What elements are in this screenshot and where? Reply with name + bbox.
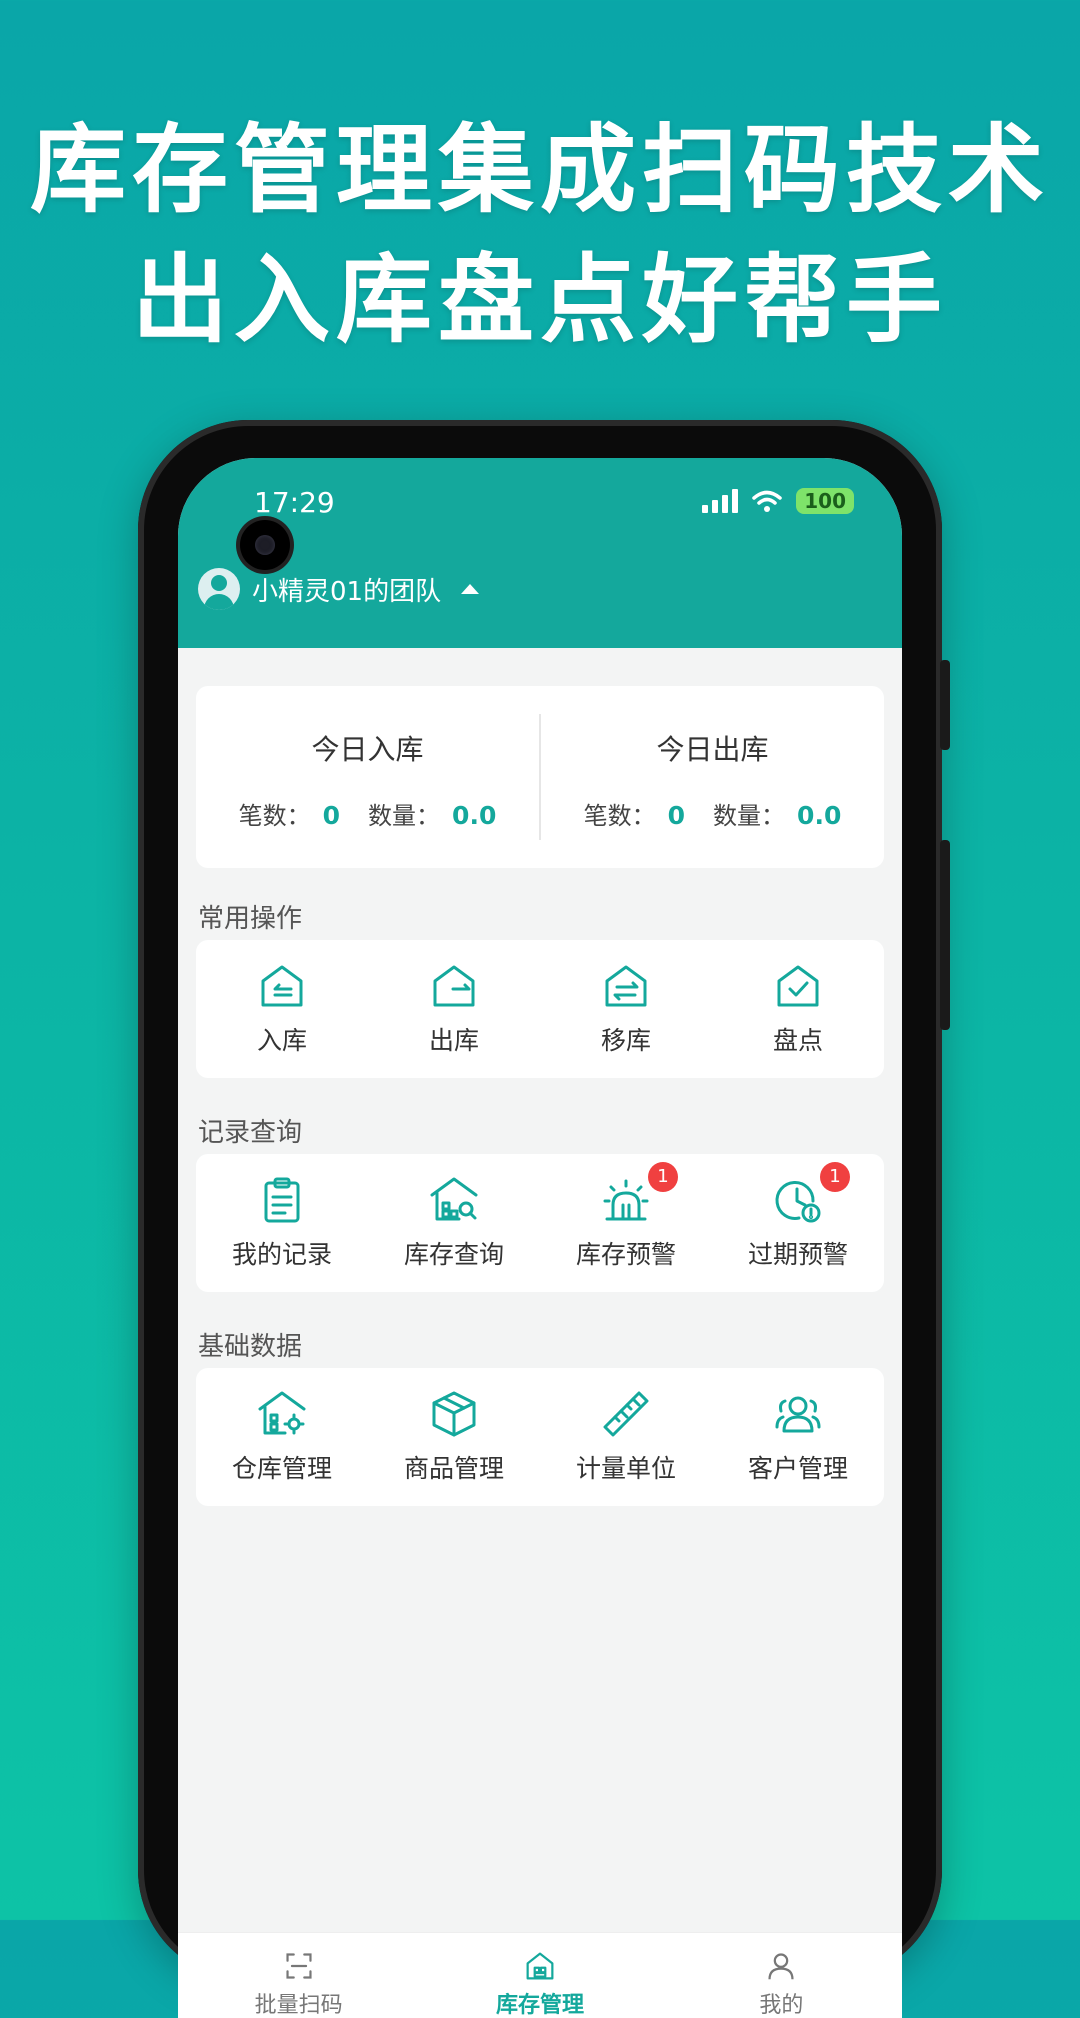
basic-label: 客户管理	[747, 1454, 848, 1483]
team-name: 小精灵01的团队	[252, 576, 442, 607]
tab-mine[interactable]: 我的	[661, 1933, 902, 2018]
stock-in-icon	[261, 965, 303, 1007]
clipboard-icon	[264, 1177, 300, 1223]
scan-icon	[286, 1953, 312, 1979]
record-label: 我的记录	[231, 1240, 332, 1269]
tab-label: 我的	[759, 1993, 804, 2018]
signal-icon	[702, 489, 739, 513]
basic-label: 计量单位	[575, 1454, 676, 1483]
op-label: 盘点	[772, 1026, 823, 1055]
power-button	[940, 840, 950, 1030]
warehouse-management[interactable]: 仓库管理	[196, 1368, 368, 1506]
today-out-title: 今日出库	[656, 733, 769, 766]
stocktake-icon	[777, 965, 819, 1007]
today-in-panel[interactable]: 今日入库 笔数： 0 数量： 0.0	[196, 686, 539, 868]
today-in-stats: 笔数： 0 数量： 0.0	[196, 796, 539, 831]
tab-label: 批量扫码	[254, 1993, 343, 2018]
expiry-alert[interactable]: 1 过期预警	[712, 1154, 884, 1292]
warehouse-search-icon	[430, 1177, 478, 1221]
warehouse-settings-icon	[258, 1391, 306, 1435]
users-icon	[775, 1396, 821, 1433]
basic-label: 商品管理	[403, 1454, 504, 1483]
alert-badge: 1	[820, 1162, 850, 1192]
alert-badge: 1	[648, 1162, 678, 1192]
stock-alert[interactable]: 1 库存预警	[540, 1154, 712, 1292]
basic-label: 仓库管理	[231, 1454, 332, 1483]
product-management[interactable]: 商品管理	[368, 1368, 540, 1506]
today-in-count-label: 笔数：	[238, 802, 311, 830]
tab-label: 库存管理	[495, 1993, 584, 2018]
op-stock-out[interactable]: 出库	[368, 940, 540, 1078]
today-out-count-label: 笔数：	[583, 802, 656, 830]
basic-data-card: 仓库管理 商品管理 计量单位 客户管理	[196, 1368, 884, 1506]
box-icon	[432, 1391, 476, 1437]
volume-button	[940, 660, 950, 750]
today-stats-card: 今日入库 笔数： 0 数量： 0.0 今日出库 笔数： 0 数量： 0.0	[196, 686, 884, 868]
user-icon	[768, 1953, 794, 1980]
section-title-records: 记录查询	[198, 1118, 303, 1148]
transfer-icon	[605, 965, 647, 1007]
ruler-icon	[603, 1391, 649, 1437]
today-out-qty: 0.0	[797, 801, 842, 830]
phone-frame: 17:29 100 小精灵01的团队 今日入库 笔数： 0 数量： 0.0 今日…	[138, 420, 950, 2018]
today-in-qty-label: 数量：	[368, 802, 441, 830]
front-camera	[240, 520, 290, 570]
op-label: 出库	[428, 1026, 479, 1055]
unit-management[interactable]: 计量单位	[540, 1368, 712, 1506]
my-records[interactable]: 我的记录	[196, 1154, 368, 1292]
app-screen: 17:29 100 小精灵01的团队 今日入库 笔数： 0 数量： 0.0 今日…	[178, 458, 902, 2018]
records-card: 我的记录 库存查询 1 库存预警 1 过期预警	[196, 1154, 884, 1292]
caret-up-icon	[461, 584, 480, 594]
battery-indicator: 100	[796, 488, 854, 514]
promo-headline-2: 出入库盘点好帮手	[132, 244, 948, 356]
op-label: 入库	[256, 1026, 307, 1055]
clock-alert-icon	[775, 1180, 821, 1223]
record-label: 库存预警	[575, 1240, 676, 1269]
today-in-title: 今日入库	[311, 733, 424, 766]
promo-headline-1: 库存管理集成扫码技术	[30, 114, 1050, 226]
section-title-common: 常用操作	[198, 904, 303, 934]
customer-management[interactable]: 客户管理	[712, 1368, 884, 1506]
today-in-count: 0	[322, 801, 341, 830]
tab-inventory[interactable]: 库存管理	[419, 1933, 660, 2018]
today-out-count: 0	[667, 801, 686, 830]
status-icons: 100	[702, 488, 854, 514]
stock-out-icon	[433, 965, 475, 1007]
avatar	[198, 568, 240, 610]
record-label: 过期预警	[747, 1240, 848, 1269]
status-time: 17:29	[254, 486, 335, 519]
bottom-tab-bar: 批量扫码 库存管理 我的	[178, 1932, 902, 2018]
tab-batch-scan[interactable]: 批量扫码	[178, 1933, 419, 2018]
today-out-qty-label: 数量：	[713, 802, 786, 830]
today-out-panel[interactable]: 今日出库 笔数： 0 数量： 0.0	[541, 686, 884, 868]
section-title-basic: 基础数据	[198, 1332, 303, 1362]
op-transfer[interactable]: 移库	[540, 940, 712, 1078]
today-in-qty: 0.0	[452, 801, 497, 830]
alarm-light-icon	[603, 1179, 649, 1221]
warehouse-icon	[526, 1952, 554, 1980]
today-out-stats: 笔数： 0 数量： 0.0	[541, 796, 884, 831]
op-stocktake[interactable]: 盘点	[712, 940, 884, 1078]
record-label: 库存查询	[403, 1240, 504, 1269]
common-ops-card: 入库 出库 移库 盘点	[196, 940, 884, 1078]
wifi-icon	[752, 490, 782, 512]
op-label: 移库	[600, 1026, 651, 1055]
op-stock-in[interactable]: 入库	[196, 940, 368, 1078]
inventory-query[interactable]: 库存查询	[368, 1154, 540, 1292]
team-switcher[interactable]: 小精灵01的团队	[198, 568, 480, 610]
